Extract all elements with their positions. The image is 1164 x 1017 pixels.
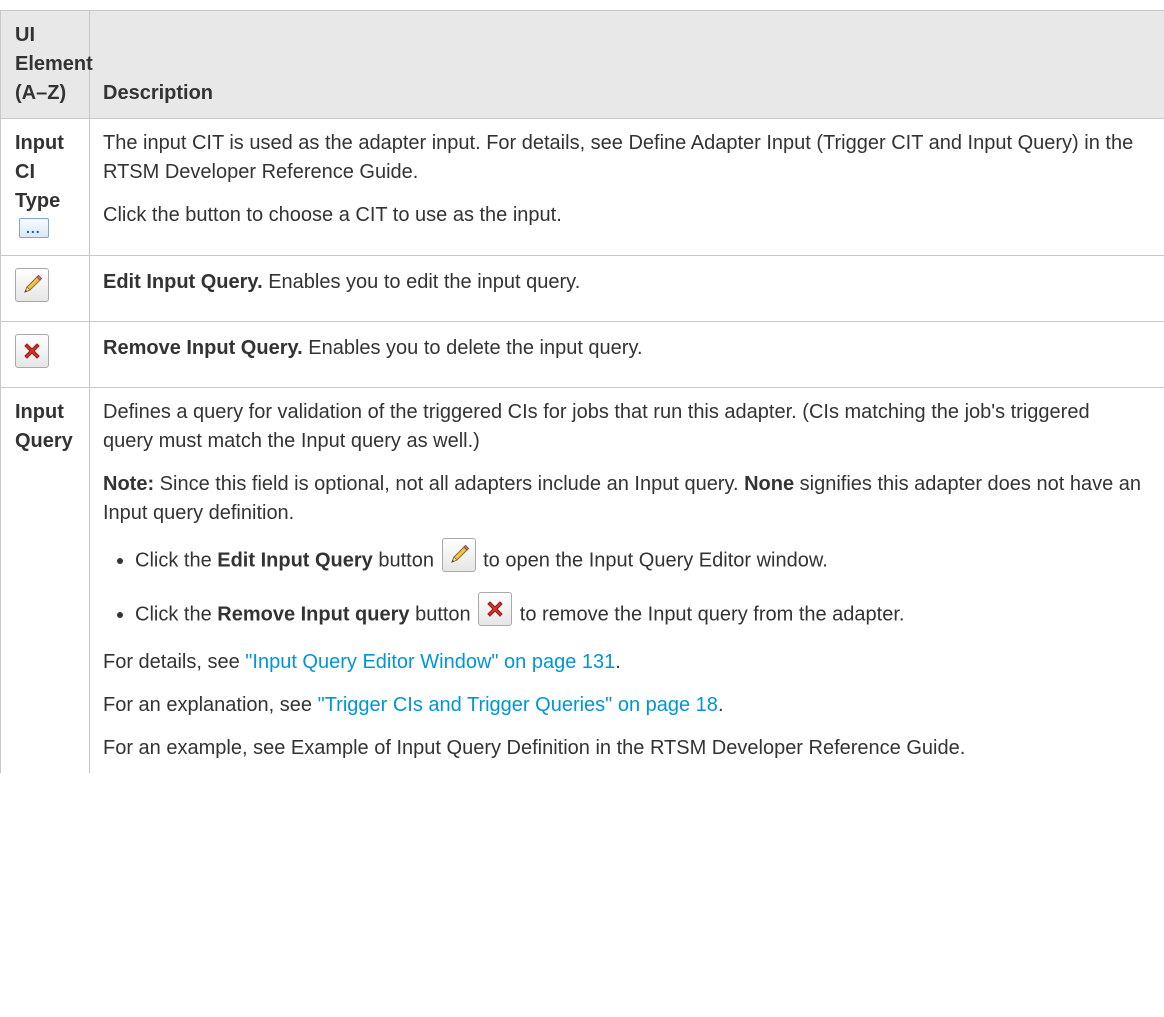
table-row-remove-input-query: Remove Input Query. Enables you to delet… [0, 321, 1164, 388]
table-row-edit-input-query: Edit Input Query. Enables you to edit th… [0, 255, 1164, 322]
header-line-1: UI [15, 24, 35, 46]
note-label: Note: [103, 473, 155, 495]
description-title: Remove Input Query. [103, 337, 303, 359]
trigger-cis-link[interactable]: "Trigger CIs and Trigger Queries" on pag… [318, 694, 718, 716]
description-text: Enables you to delete the input query. [302, 337, 643, 359]
header-line-2: Element [15, 53, 93, 75]
red-x-remove-icon [478, 592, 513, 626]
element-cell [0, 321, 90, 388]
element-cell: Input Query [0, 387, 90, 773]
element-name-line-2: Query [15, 430, 73, 452]
pencil-edit-icon [441, 538, 476, 572]
ui-element-reference-table: UI Element (A–Z) Description Input CI Ty… [0, 10, 1164, 773]
description-paragraph: Defines a query for validation of the tr… [103, 401, 1090, 452]
pencil-edit-icon [15, 268, 49, 302]
details-paragraph: For details, see "Input Query Editor Win… [103, 651, 621, 673]
description-text: Enables you to edit the input query. [262, 271, 581, 293]
note-paragraph: Note: Since this field is optional, not … [103, 473, 1142, 524]
example-paragraph: For an example, see Example of Input Que… [103, 737, 966, 759]
column-header-ui-element: UI Element (A–Z) [0, 10, 93, 119]
description-cell: Edit Input Query. Enables you to edit th… [89, 255, 1164, 322]
table-header-row: UI Element (A–Z) Description [0, 10, 1164, 119]
list-item: Click the Remove Input query button to r… [135, 592, 1144, 632]
red-x-remove-icon [15, 334, 49, 368]
browse-ellipsis-icon: ... [19, 217, 49, 238]
bullet-list: Click the Edit Input Query button to ope… [103, 538, 1144, 632]
table-row-input-ci-type: Input CI Type ... The input CIT is used … [0, 118, 1164, 256]
list-item: Click the Edit Input Query button to ope… [135, 538, 1144, 578]
description-paragraph: Click the button to choose a CIT to use … [103, 204, 562, 226]
description-cell: Defines a query for validation of the tr… [89, 387, 1164, 773]
header-line-3: (A–Z) [15, 82, 67, 104]
description-title: Edit Input Query. [103, 271, 263, 293]
input-query-editor-window-link[interactable]: "Input Query Editor Window" on page 131 [245, 651, 615, 673]
none-keyword: None [744, 473, 795, 495]
description-cell: Remove Input Query. Enables you to delet… [89, 321, 1164, 388]
element-cell [0, 255, 90, 322]
column-header-description: Description [89, 10, 1164, 119]
explanation-paragraph: For an explanation, see "Trigger CIs and… [103, 694, 724, 716]
description-cell: The input CIT is used as the adapter inp… [89, 118, 1164, 256]
element-name-line-2: Type [15, 190, 61, 212]
element-name-line-1: Input [15, 401, 64, 423]
table-row-input-query: Input Query Defines a query for validati… [0, 387, 1164, 773]
element-cell: Input CI Type ... [0, 118, 90, 256]
element-name-line-1: Input CI [15, 132, 64, 183]
description-paragraph: The input CIT is used as the adapter inp… [103, 132, 1134, 183]
